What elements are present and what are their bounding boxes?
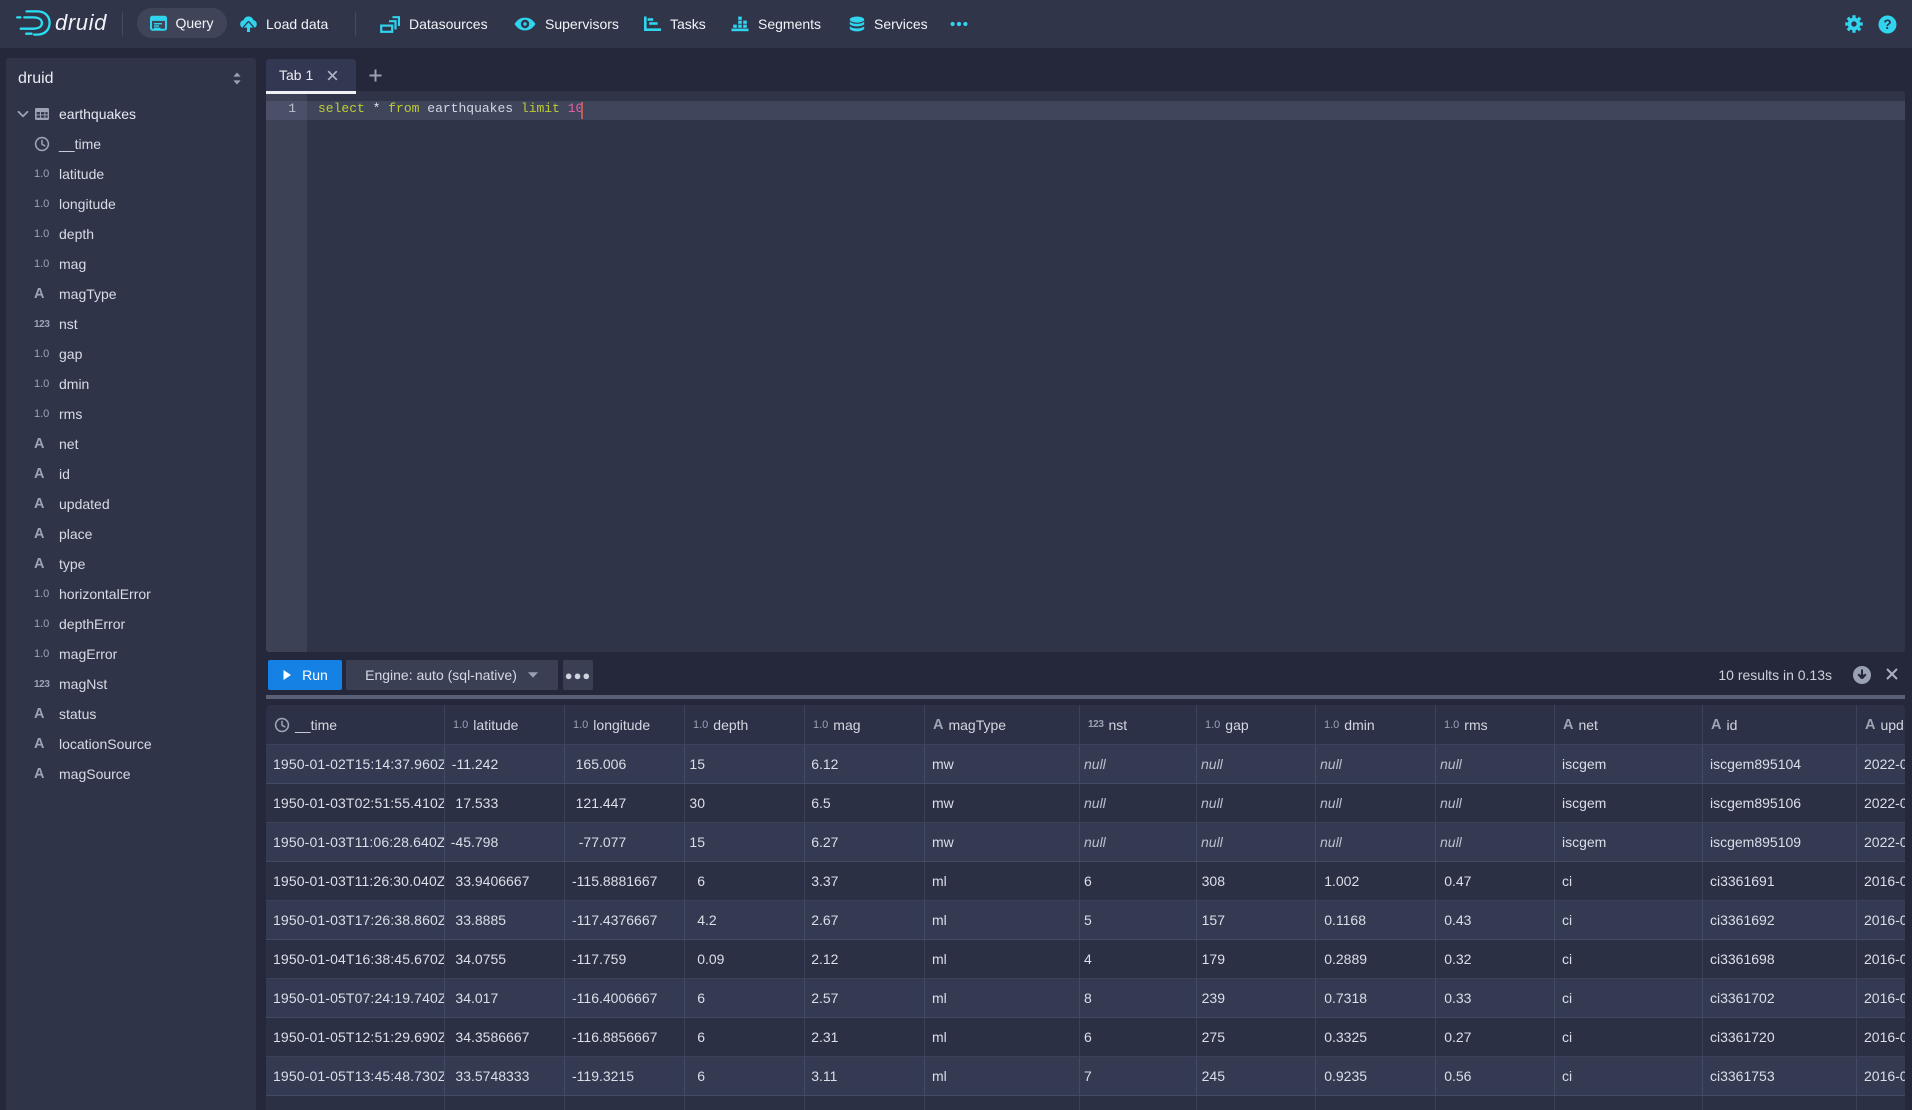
svg-text:?: ?	[1883, 17, 1891, 32]
